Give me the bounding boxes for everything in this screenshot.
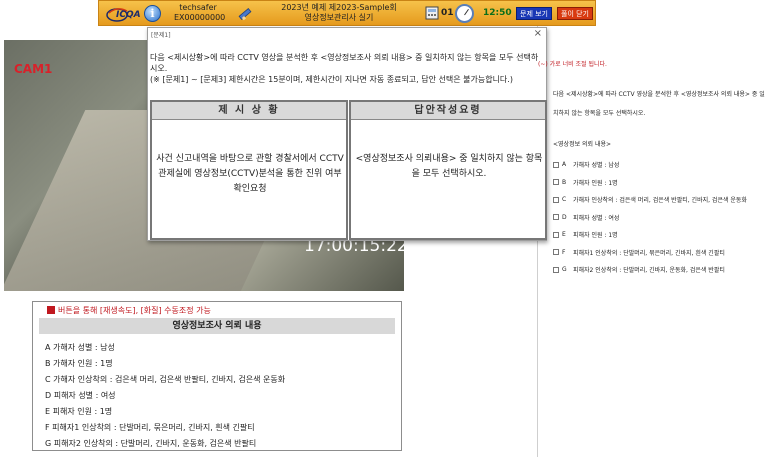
question-dialog: [문제1] × 다음 <제시상황>에 따라 CCTV 영상을 분석한 후 <영상…: [147, 27, 547, 241]
list-item: A 가해자 성별 : 남성: [45, 343, 115, 352]
option-key: F: [562, 248, 566, 256]
exam-title-line2: 영상정보관리사 실기: [304, 13, 374, 22]
dialog-title: [문제1]: [151, 32, 171, 39]
situation-header: 제 시 상 황: [152, 102, 346, 120]
answer-subtitle: <영상정보 의뢰 내용>: [553, 141, 612, 148]
answer-guide-panel: 답안작성요령 <영상정보조사 의뢰내용> 중 일치하지 않는 항목을 모두 선택…: [349, 100, 547, 240]
option-c[interactable]: C 가해자 인상착의 : 검은색 머리, 검은색 반팔티, 긴바지, 검은색 운동…: [553, 191, 747, 209]
answer-intro: 다음 <제시상황>에 따라 CCTV 영상을 분석한 후 <영상정보조사 의뢰 …: [553, 91, 765, 117]
option-text: 가해자 성별 : 남성: [573, 162, 620, 170]
dialog-instruction: 다음 <제시상황>에 따라 CCTV 영상을 분석한 후 <영상정보조사 의뢰 …: [150, 52, 542, 85]
option-a[interactable]: A 가해자 성별 : 남성: [553, 156, 747, 174]
option-text: 피해자 인원 : 1명: [573, 232, 618, 240]
option-key: B: [562, 178, 567, 186]
hint-icon: [47, 306, 55, 314]
option-f[interactable]: F 피해자1 인상착의 : 단발머리, 묶은머리, 긴바지, 흰색 긴팔티: [553, 244, 747, 262]
pencil-icon[interactable]: [237, 6, 253, 22]
list-item: G 피해자2 인상착의 : 단발머리, 긴바지, 운동화, 검은색 반팔티: [45, 439, 257, 448]
checkbox[interactable]: [553, 214, 559, 221]
option-key: A: [562, 161, 567, 169]
situation-panel: 제 시 상 황 사건 신고내역을 바탕으로 관할 경찰서에서 CCTV 관제실에…: [150, 100, 348, 240]
answer-options: A 가해자 성별 : 남성 B 가해자 인원 : 1명 C 가해자 인상착의 : 검은…: [553, 156, 747, 279]
user-info: techsafer EX00000000: [174, 3, 226, 23]
list-item: F 피해자1 인상착의 : 단발머리, 묶은머리, 긴바지, 흰색 긴팔티: [45, 423, 255, 432]
dialog-instruction-line2: (※ [문제1] ~ [문제3] 제한시간은 15분이며, 제한시간이 지나면 …: [150, 75, 513, 84]
checkbox[interactable]: [553, 249, 559, 256]
clock-icon: [455, 4, 474, 23]
option-key: D: [562, 213, 567, 221]
logo-text: ICQA: [116, 10, 141, 20]
list-item: E 피해자 인원 : 1명: [45, 407, 113, 416]
close-solution-button[interactable]: 풀이 닫기: [557, 7, 593, 20]
user-name: techsafer: [179, 3, 217, 12]
resize-note: (~) 가로 너비 조절 됩니다.: [538, 61, 607, 68]
calculator-icon[interactable]: [425, 6, 439, 20]
playback-hint-text: 버튼을 통해 [재생속도], [화질] 수동조정 가능: [58, 306, 211, 315]
option-text: 피해자2 인상착의 : 단발머리, 긴바지, 운동화, 검은색 반팔티: [573, 267, 725, 275]
top-bar: ICQA i techsafer EX00000000 2023년 예제 제20…: [0, 0, 773, 26]
checkbox[interactable]: [553, 231, 559, 238]
option-b[interactable]: B 가해자 인원 : 1명: [553, 174, 747, 192]
exam-title-line1: 2023년 예제 제2023-Sample회: [281, 3, 397, 12]
checkbox[interactable]: [553, 161, 559, 168]
situation-body: 사건 신고내역을 바탕으로 관할 경찰서에서 CCTV 관제실에 영상정보(CC…: [156, 154, 344, 194]
view-question-button[interactable]: 문제 보기: [516, 7, 552, 20]
exam-header: ICQA i techsafer EX00000000 2023년 예제 제20…: [98, 0, 596, 26]
option-g[interactable]: G 피해자2 인상착의 : 단발머리, 긴바지, 운동화, 검은색 반팔티: [553, 261, 747, 279]
list-item: B 가해자 인원 : 1명: [45, 359, 113, 368]
option-e[interactable]: E 피해자 인원 : 1명: [553, 226, 747, 244]
request-info-box: 버튼을 통해 [재생속도], [화질] 수동조정 가능 영상정보조사 의뢰 내용…: [32, 301, 402, 451]
option-key: G: [562, 266, 567, 274]
option-key: E: [562, 231, 566, 239]
answer-panel: (~) 가로 너비 조절 됩니다. 다음 <제시상황>에 따라 CCTV 영상을…: [538, 26, 773, 457]
option-text: 피해자1 인상착의 : 단발머리, 묶은머리, 긴바지, 흰색 긴팔티: [573, 249, 725, 257]
request-list: A 가해자 성별 : 남성 B 가해자 인원 : 1명 C 가해자 인상착의 :…: [45, 340, 285, 452]
checkbox[interactable]: [553, 196, 559, 203]
remaining-time: 12:50: [483, 8, 512, 18]
option-text: 피해자 성별 : 여성: [573, 214, 620, 222]
question-count: 01: [441, 8, 454, 18]
exam-title: 2023년 예제 제2023-Sample회 영상정보관리사 실기: [269, 3, 409, 23]
option-key: C: [562, 196, 567, 204]
info-icon[interactable]: i: [144, 5, 161, 22]
checkbox[interactable]: [553, 266, 559, 273]
checkbox[interactable]: [553, 179, 559, 186]
list-item: C 가해자 인상착의 : 검은색 머리, 검은색 반팔티, 긴바지, 검은색 운…: [45, 375, 286, 384]
dialog-instruction-line1: 다음 <제시상황>에 따라 CCTV 영상을 분석한 후 <영상정보조사 의뢰 …: [150, 53, 539, 73]
user-id: EX00000000: [174, 13, 226, 22]
option-text: 가해자 인상착의 : 검은색 머리, 검은색 반팔티, 긴바지, 검은색 운동화: [573, 197, 747, 205]
playback-hint: 버튼을 통해 [재생속도], [화질] 수동조정 가능: [47, 305, 211, 316]
answer-guide-body: <영상정보조사 의뢰내용> 중 일치하지 않는 항목을 모두 선택하시오.: [355, 154, 543, 179]
option-text: 가해자 인원 : 1명: [573, 179, 618, 187]
answer-guide-header: 답안작성요령: [351, 102, 545, 120]
request-header: 영상정보조사 의뢰 내용: [39, 318, 395, 334]
cam-label: CAM1: [14, 62, 53, 76]
option-d[interactable]: D 피해자 성별 : 여성: [553, 209, 747, 227]
list-item: D 피해자 성별 : 여성: [45, 391, 116, 400]
